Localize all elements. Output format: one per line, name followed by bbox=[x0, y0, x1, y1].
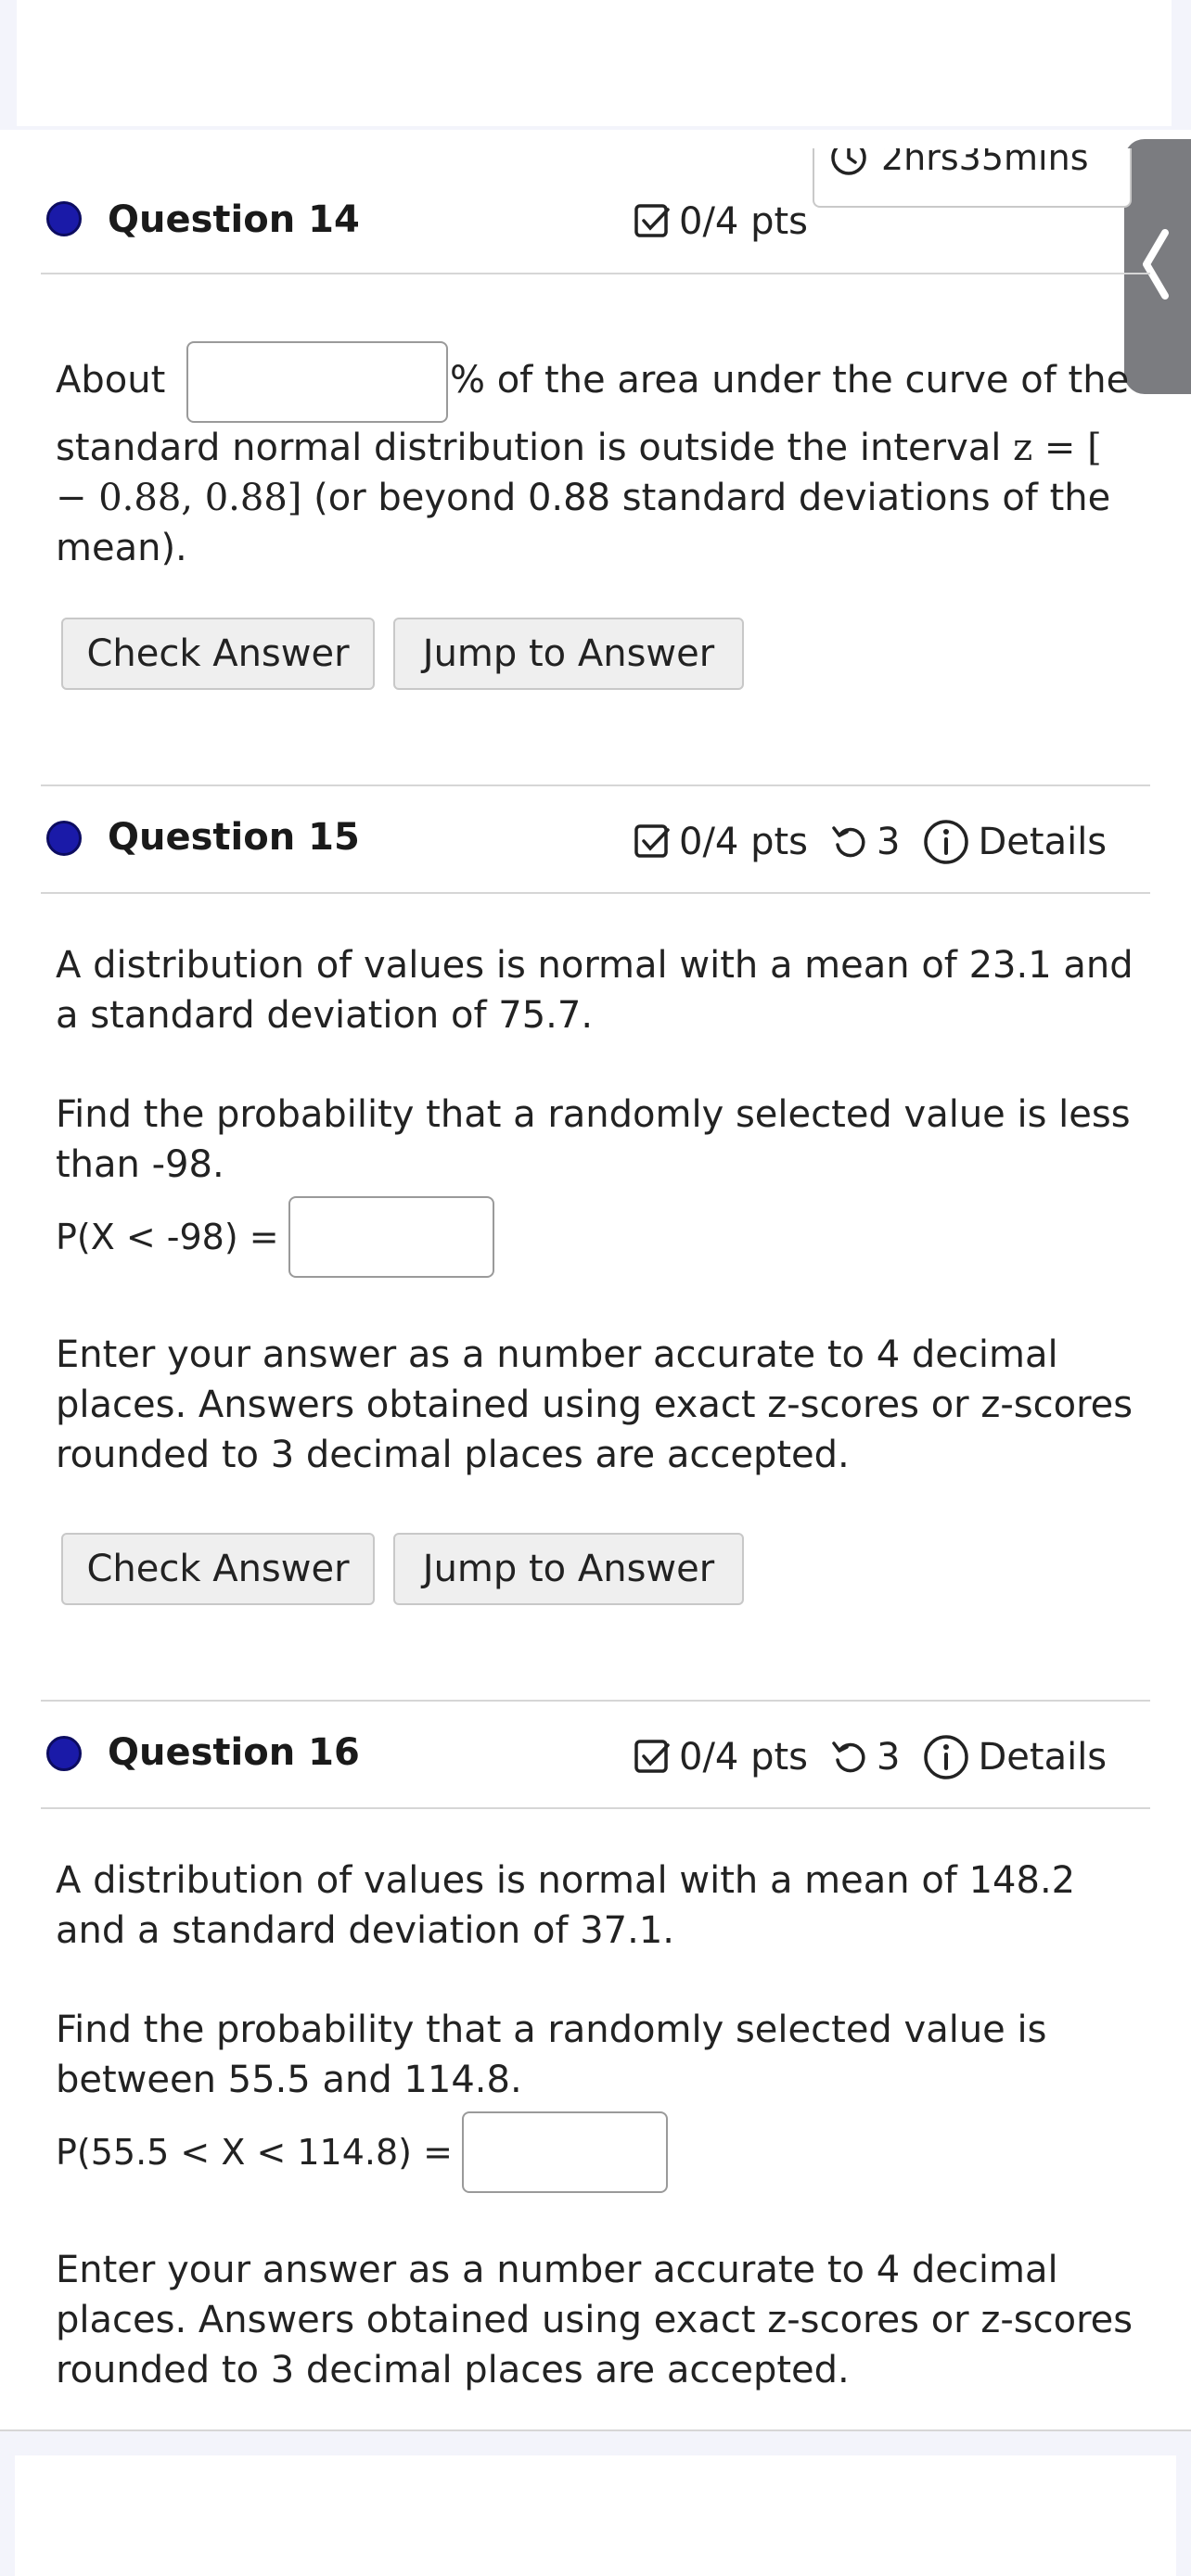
check-answer-button[interactable]: Check Answer bbox=[61, 1533, 375, 1605]
attempts-count: 3 bbox=[877, 1736, 901, 1779]
info-icon bbox=[924, 820, 969, 864]
answer-input[interactable] bbox=[288, 1196, 494, 1278]
attempts-count: 3 bbox=[877, 821, 901, 863]
jump-to-answer-button[interactable]: Jump to Answer bbox=[393, 1533, 744, 1605]
timer-text: 2hrs35mins bbox=[881, 148, 1089, 178]
question-title: Question 16 bbox=[108, 1731, 360, 1774]
checkbox-icon bbox=[634, 1740, 670, 1773]
question-16-prompt: Find the probability that a randomly sel… bbox=[56, 2009, 1047, 2101]
details-link[interactable]: Details bbox=[978, 1736, 1107, 1779]
question-title: Question 15 bbox=[108, 816, 360, 859]
details-link[interactable]: Details bbox=[978, 821, 1107, 863]
question-title: Question 14 bbox=[108, 198, 360, 241]
probability-label: P(X < -98) = bbox=[56, 1217, 279, 1257]
clock-icon bbox=[831, 148, 866, 175]
question-15-description: A distribution of values is normal with … bbox=[56, 944, 1133, 1037]
points-label: 0/4 pts bbox=[679, 821, 809, 863]
points-label: 0/4 pts bbox=[679, 1736, 809, 1779]
answer-input[interactable] bbox=[186, 341, 448, 423]
question-15-header: Question 15 0/4 pts 3 Details bbox=[0, 805, 1191, 879]
jump-to-answer-button[interactable]: Jump to Answer bbox=[393, 618, 744, 690]
question-meta: 0/4 pts bbox=[633, 200, 808, 243]
question-status-dot bbox=[46, 201, 82, 236]
divider bbox=[41, 784, 1150, 786]
question-meta: 0/4 pts 3 Details bbox=[633, 818, 1107, 866]
question-16-header: Question 16 0/4 pts 3 Details bbox=[0, 1720, 1191, 1794]
answer-input[interactable] bbox=[461, 2111, 668, 2193]
points-label: 0/4 pts bbox=[679, 200, 809, 243]
retry-icon bbox=[832, 826, 865, 858]
question-15-instructions: Enter your answer as a number accurate t… bbox=[56, 1333, 1133, 1476]
checkbox-icon bbox=[634, 204, 670, 237]
retry-icon bbox=[832, 1741, 865, 1773]
info-icon bbox=[924, 1735, 969, 1779]
timer-pill[interactable]: 2hrs35mins bbox=[813, 148, 1132, 208]
divider bbox=[41, 1807, 1150, 1809]
bottom-bar bbox=[15, 2455, 1176, 2576]
divider bbox=[41, 273, 1150, 274]
top-bar bbox=[17, 0, 1172, 126]
question-meta: 0/4 pts 3 Details bbox=[633, 1733, 1107, 1781]
question-15-answer-row: P(X < -98) = bbox=[56, 1196, 1141, 1278]
divider bbox=[41, 1700, 1150, 1702]
question-16-description: A distribution of values is normal with … bbox=[56, 1859, 1076, 1952]
question-status-dot bbox=[46, 821, 82, 856]
checkbox-icon bbox=[634, 824, 670, 858]
check-answer-button[interactable]: Check Answer bbox=[61, 618, 375, 690]
question-14-body: About % of the area under the curve of t… bbox=[56, 341, 1141, 573]
question-16-instructions: Enter your answer as a number accurate t… bbox=[56, 2249, 1133, 2391]
probability-label: P(55.5 < X < 114.8) = bbox=[56, 2132, 453, 2173]
question-15-prompt: Find the probability that a randomly sel… bbox=[56, 1093, 1131, 1186]
divider bbox=[0, 2429, 1191, 2431]
divider bbox=[41, 892, 1150, 894]
question-16-answer-row: P(55.5 < X < 114.8) = bbox=[56, 2111, 1141, 2193]
question-status-dot bbox=[46, 1736, 82, 1771]
